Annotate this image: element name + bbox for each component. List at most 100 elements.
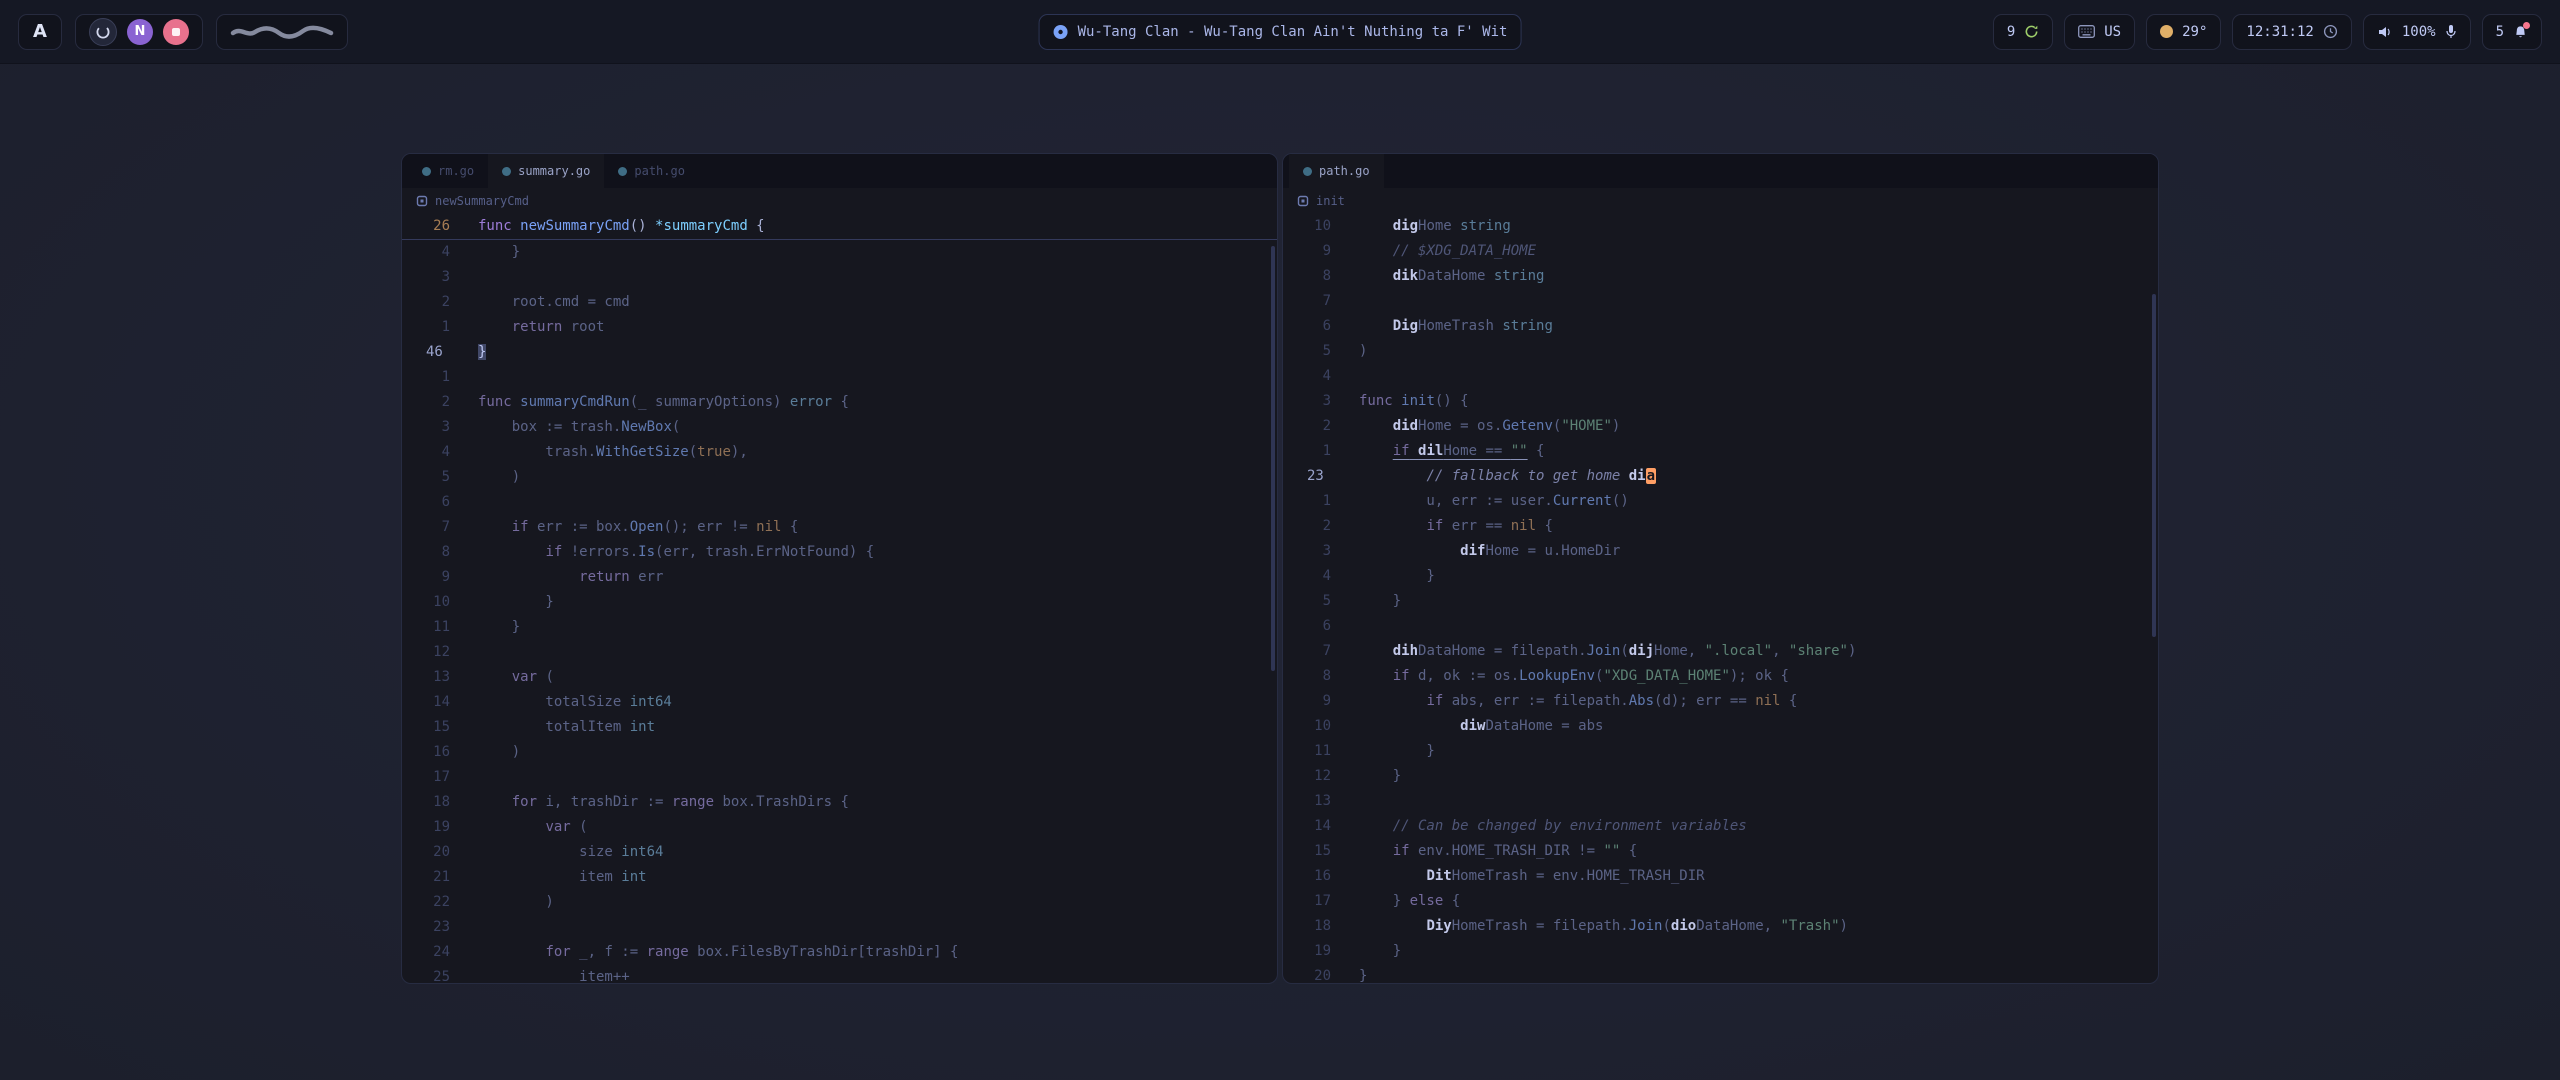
code-line[interactable]: 17 } else { [1283,889,2158,914]
code-line[interactable]: 8 if !errors.Is(err, trash.ErrNotFound) … [402,540,1277,565]
disc-icon [1053,24,1069,40]
code-line[interactable]: 5 } [1283,589,2158,614]
code-line[interactable]: 6 [1283,614,2158,639]
code-area[interactable]: 10 digHome string9 // $XDG_DATA_HOME8 di… [1283,214,2158,984]
scrollbar[interactable] [2152,294,2156,637]
code-line[interactable]: 18 DiyHomeTrash = filepath.Join(dioDataH… [1283,914,2158,939]
code-line[interactable]: 1 return root [402,315,1277,340]
code-line[interactable]: 12 [402,640,1277,665]
code-line[interactable]: 9 if abs, err := filepath.Abs(d); err ==… [1283,689,2158,714]
code-line[interactable]: 5) [1283,339,2158,364]
code-line[interactable]: 7 dihDataHome = filepath.Join(dijHome, "… [1283,639,2158,664]
notifications-widget[interactable]: 5 [2482,14,2542,50]
keyboard-layout-widget[interactable]: US [2064,14,2135,50]
code-line[interactable]: 1 u, err := user.Current() [1283,489,2158,514]
code-line[interactable]: 16 DitHomeTrash = env.HOME_TRASH_DIR [1283,864,2158,889]
code-line[interactable]: 1 [402,365,1277,390]
code-line[interactable]: 7 [1283,289,2158,314]
code-line[interactable]: 4 } [1283,564,2158,589]
breadcrumb: newSummaryCmd [402,188,1277,214]
code-line[interactable]: 6 DigHomeTrash string [1283,314,2158,339]
now-playing-widget[interactable]: Wu-Tang Clan - Wu-Tang Clan Ain't Nuthin… [1039,14,1522,50]
tab-summary.go[interactable]: summary.go [488,154,604,188]
code-line[interactable]: 23 // fallback to get home dia [1283,464,2158,489]
line-number: 21 [402,865,478,890]
code-text: dikDataHome string [1359,264,1544,289]
line-number: 19 [402,815,478,840]
workspace-switcher[interactable]: N [75,14,203,50]
active-window-title[interactable] [216,14,348,50]
code-line[interactable]: 15 if env.HOME_TRASH_DIR != "" { [1283,839,2158,864]
code-line[interactable]: 2 if err == nil { [1283,514,2158,539]
code-line[interactable]: 2 didHome = os.Getenv("HOME") [1283,414,2158,439]
code-line[interactable]: 9 // $XDG_DATA_HOME [1283,239,2158,264]
line-number: 26 [402,214,478,239]
launcher-button[interactable]: A [18,14,62,50]
code-line[interactable]: 21 item int [402,865,1277,890]
tab-label: path.go [634,164,685,178]
code-line[interactable]: 17 [402,765,1277,790]
code-line[interactable]: 3func init() { [1283,389,2158,414]
code-line[interactable]: 4 [1283,364,2158,389]
code-line[interactable]: 20} [1283,964,2158,984]
code-text: item++ [478,965,630,984]
weather-widget[interactable]: 29° [2146,14,2221,50]
code-line[interactable]: 15 totalItem int [402,715,1277,740]
code-line[interactable]: 7 if err := box.Open(); err != nil { [402,515,1277,540]
ring-icon [95,24,111,40]
tab-path.go[interactable]: path.go [604,154,699,188]
volume-level: 100% [2402,24,2436,40]
line-number: 18 [402,790,478,815]
code-text: if !errors.Is(err, trash.ErrNotFound) { [478,540,874,565]
code-line[interactable]: 13 var ( [402,665,1277,690]
code-line[interactable]: 10 diwDataHome = abs [1283,714,2158,739]
code-line[interactable]: 8 dikDataHome string [1283,264,2158,289]
code-line[interactable]: 9 return err [402,565,1277,590]
code-line[interactable]: 4 trash.WithGetSize(true), [402,440,1277,465]
code-line[interactable]: 46} [402,340,1277,365]
code-line[interactable]: 2 root.cmd = cmd [402,290,1277,315]
code-line[interactable]: 12 } [1283,764,2158,789]
go-file-icon [422,167,431,176]
keyboard-layout-label: US [2104,24,2121,40]
code-line[interactable]: 23 [402,915,1277,940]
workspace-icon-ring[interactable] [89,18,117,46]
tab-path.go[interactable]: path.go [1289,154,1384,188]
code-line[interactable]: 26func newSummaryCmd() *summaryCmd { [402,214,1277,239]
code-line[interactable]: 6 [402,490,1277,515]
code-line[interactable]: 22 ) [402,890,1277,915]
updates-widget[interactable]: 9 [1993,14,2053,50]
code-line[interactable]: 3 [402,265,1277,290]
tab-rm.go[interactable]: rm.go [408,154,488,188]
code-line[interactable]: 11 } [1283,739,2158,764]
code-line[interactable]: 19 } [1283,939,2158,964]
code-text: trash.WithGetSize(true), [478,440,748,465]
code-line[interactable]: 14 totalSize int64 [402,690,1277,715]
line-number: 3 [402,265,478,290]
code-line[interactable]: 1 if dilHome == "" { [1283,439,2158,464]
code-line[interactable]: 19 var ( [402,815,1277,840]
code-line[interactable]: 16 ) [402,740,1277,765]
code-line[interactable]: 18 for i, trashDir := range box.TrashDir… [402,790,1277,815]
code-line[interactable]: 11 } [402,615,1277,640]
workspace-icon-n[interactable]: N [127,19,153,45]
code-area[interactable]: 4 }32 root.cmd = cmd1 return root46}12fu… [402,240,1277,984]
code-line[interactable]: 8 if d, ok := os.LookupEnv("XDG_DATA_HOM… [1283,664,2158,689]
code-line[interactable]: 24 for _, f := range box.FilesByTrashDir… [402,940,1277,965]
volume-widget[interactable]: 100% [2363,14,2471,50]
workspace-icon-pink[interactable] [163,19,189,45]
code-line[interactable]: 20 size int64 [402,840,1277,865]
code-line[interactable]: 25 item++ [402,965,1277,984]
code-line[interactable]: 4 } [402,240,1277,265]
clock-widget[interactable]: 12:31:12 [2232,14,2351,50]
scrollbar[interactable] [1271,246,1275,671]
code-line[interactable]: 3 box := trash.NewBox( [402,415,1277,440]
code-line[interactable]: 14 // Can be changed by environment vari… [1283,814,2158,839]
code-line[interactable]: 2func summaryCmdRun(_ summaryOptions) er… [402,390,1277,415]
code-line[interactable]: 5 ) [402,465,1277,490]
code-line[interactable]: 10 digHome string [1283,214,2158,239]
line-number: 16 [402,740,478,765]
code-line[interactable]: 3 difHome = u.HomeDir [1283,539,2158,564]
code-line[interactable]: 10 } [402,590,1277,615]
code-line[interactable]: 13 [1283,789,2158,814]
